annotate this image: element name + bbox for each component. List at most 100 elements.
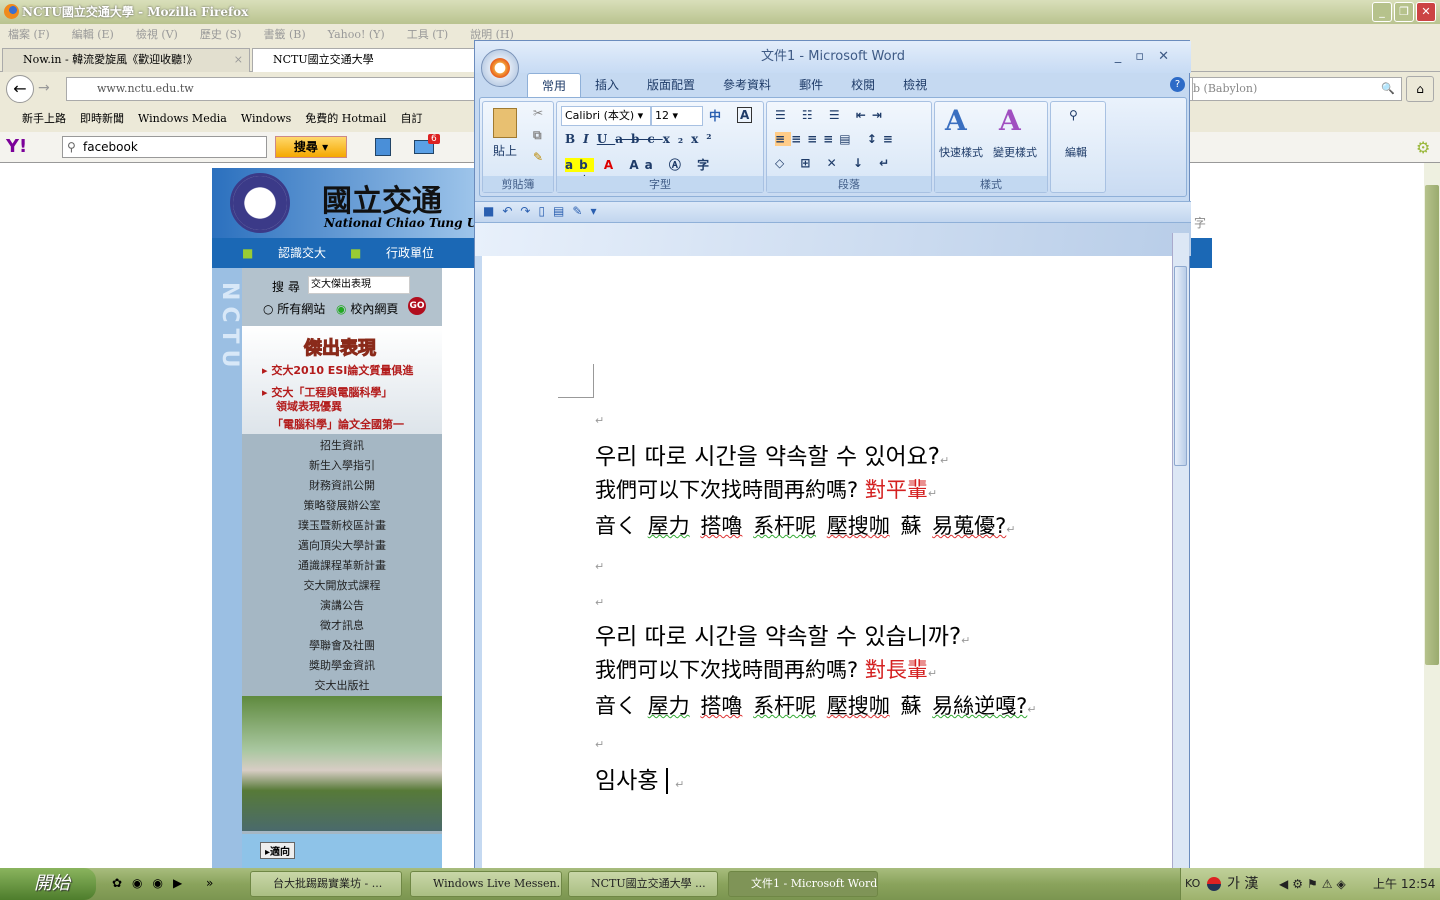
tab-mailings[interactable]: 郵件: [785, 73, 837, 97]
editing-button[interactable]: 編輯: [1065, 144, 1087, 160]
menu-edit[interactable]: 編輯 (E): [72, 24, 114, 45]
site-menu-item[interactable]: 邁向頂尖大學計畫: [242, 536, 442, 556]
change-styles-button[interactable]: 變更樣式: [993, 144, 1037, 160]
minimize-button[interactable]: _: [1372, 2, 1392, 22]
featured-link[interactable]: 「電腦科學」論文全國第一: [272, 416, 404, 432]
menu-file[interactable]: 檔案 (F): [8, 24, 50, 45]
scrollbar-thumb[interactable]: [1425, 185, 1439, 665]
taskbar-item-ptt[interactable]: 台大批踢踢實業坊 - ...: [250, 871, 402, 897]
bookmark-item[interactable]: 自訂: [400, 105, 422, 132]
site-menu-item[interactable]: 獎助學金資訊: [242, 656, 442, 676]
document-page[interactable]: ↵ 우리 따로 시간을 약속할 수 있어요?↵ 我們可以下次找時間再約嗎? 對平…: [482, 256, 1172, 871]
close-button[interactable]: ✕: [1416, 2, 1436, 22]
search-icon[interactable]: 🔍: [1381, 78, 1395, 100]
site-menu-item[interactable]: 學聯會及社團: [242, 636, 442, 656]
radio-all-sites[interactable]: ○ 所有網站: [263, 300, 325, 317]
site-menu-item[interactable]: 招生資訊: [242, 436, 442, 456]
font-name-select[interactable]: Calibri (本文) ▾: [561, 106, 651, 126]
cut-icon[interactable]: ✂: [533, 106, 543, 120]
format-painter-icon[interactable]: ✎: [533, 150, 543, 164]
menu-view[interactable]: 檢視 (V): [136, 24, 178, 45]
red-note: 對平輩: [864, 478, 928, 502]
paste-icon[interactable]: [493, 108, 517, 138]
taskbar-item-messenger[interactable]: Windows Live Messen...: [410, 871, 562, 897]
site-search-input[interactable]: 交大傑出表現: [308, 276, 410, 294]
yahoo-search-input[interactable]: ⚲ facebook: [62, 136, 267, 158]
site-menu-item[interactable]: 策略發展辦公室: [242, 496, 442, 516]
quick-launch-icons[interactable]: ✿◉◉▶ »: [112, 876, 223, 890]
tab-references[interactable]: 參考資料: [709, 73, 785, 97]
qat-icons[interactable]: ■↶↷▯▤✎▾: [483, 204, 604, 218]
ime-mode[interactable]: 가 漢: [1227, 868, 1258, 900]
menu-yahoo[interactable]: Yahoo! (Y): [328, 24, 385, 45]
toolbar-icon[interactable]: [375, 138, 391, 156]
featured-link-cont[interactable]: 領域表現優異: [276, 398, 342, 414]
start-button[interactable]: 開始: [0, 868, 96, 900]
tab-insert[interactable]: 插入: [581, 73, 633, 97]
font-size-select[interactable]: 12 ▾: [651, 106, 703, 126]
gear-icon[interactable]: ⚙: [1416, 138, 1430, 157]
menu-history[interactable]: 歷史 (S): [200, 24, 242, 45]
help-icon[interactable]: ?: [1170, 77, 1185, 92]
site-menu-item[interactable]: 財務資訊公開: [242, 476, 442, 496]
featured-link[interactable]: ▸ 交大2010 ESI論文質量俱進: [262, 362, 413, 378]
tab-view[interactable]: 檢視: [889, 73, 941, 97]
bookmark-item[interactable]: 新手上路: [22, 105, 66, 132]
go-button[interactable]: GO: [408, 297, 426, 315]
site-menu-item[interactable]: 新生入學指引: [242, 456, 442, 476]
bullet-icon: ■: [350, 246, 362, 260]
korean-ime-icon[interactable]: [1207, 877, 1221, 891]
text: 屋力: [647, 514, 690, 538]
site-menu-item[interactable]: 演講公告: [242, 596, 442, 616]
tab-review[interactable]: 校閱: [837, 73, 889, 97]
char-border-icon[interactable]: A: [737, 107, 753, 123]
word-window-controls[interactable]: _▫✕: [1115, 41, 1183, 73]
quick-styles-icon[interactable]: A: [945, 104, 967, 137]
taskbar-item-firefox[interactable]: NCTU國立交通大學 ...: [568, 871, 718, 897]
site-menu-item[interactable]: 交大開放式課程: [242, 576, 442, 596]
bookmark-item[interactable]: Windows Media: [138, 105, 227, 132]
align-buttons[interactable]: ≡≡≡≡▤ ↕≡: [775, 132, 899, 146]
bookmark-item[interactable]: Windows: [241, 105, 291, 132]
nav-about[interactable]: 認識交大: [278, 238, 326, 268]
yahoo-logo[interactable]: Y!: [6, 136, 27, 157]
format-buttons[interactable]: BIUabcx₂x²: [565, 132, 720, 146]
taskbar-item-word[interactable]: 文件1 - Microsoft Word: [728, 871, 878, 897]
language-indicator[interactable]: KO: [1185, 868, 1200, 900]
yahoo-search-button[interactable]: 搜尋 ▾: [275, 136, 347, 158]
maximize-button[interactable]: ❐: [1394, 2, 1414, 22]
site-menu-item[interactable]: 交大出版社: [242, 676, 442, 696]
search-bar[interactable]: b (Babylon) 🔍: [1192, 77, 1402, 101]
bookmark-item[interactable]: 免費的 Hotmail: [305, 105, 386, 132]
quick-styles-button[interactable]: 快速樣式: [939, 144, 983, 160]
phonetic-icon[interactable]: 中: [709, 107, 721, 124]
task-label: 台大批踢踢實業坊 - ...: [273, 877, 383, 890]
forward-button[interactable]: →: [38, 80, 50, 96]
home-button[interactable]: ⌂: [1406, 76, 1434, 102]
banner-button[interactable]: ▸適向: [260, 842, 296, 859]
back-button[interactable]: ←: [6, 75, 34, 103]
copy-icon[interactable]: ⧉: [533, 128, 542, 143]
site-menu-item[interactable]: 徵才訊息: [242, 616, 442, 636]
site-menu-item[interactable]: 璞玉暨新校區計畫: [242, 516, 442, 536]
bookmark-item[interactable]: 即時新聞: [80, 105, 124, 132]
nav-admin[interactable]: 行政單位: [386, 238, 434, 268]
menu-bookmarks[interactable]: 書籤 (B): [263, 24, 305, 45]
office-button[interactable]: [481, 49, 519, 87]
change-styles-icon[interactable]: A: [999, 104, 1021, 137]
find-icon[interactable]: ⚲: [1069, 108, 1078, 122]
paste-button[interactable]: 貼上: [493, 142, 517, 159]
tab-nctu[interactable]: NCTU國立交通大學: [252, 48, 482, 72]
tab-home[interactable]: 常用: [527, 73, 582, 97]
word-scrollbar-thumb[interactable]: [1174, 266, 1187, 466]
tray-icons[interactable]: ◀⚙⚑⚠◈: [1279, 868, 1350, 900]
tab-nowin[interactable]: Now.in - 韓流愛旋風《歡迎收聽!》 ×: [2, 48, 250, 72]
radio-campus[interactable]: ◉ 校內網頁: [336, 300, 398, 317]
close-tab-icon[interactable]: ×: [234, 49, 243, 71]
menu-tools[interactable]: 工具 (T): [407, 24, 448, 45]
site-menu-item[interactable]: 通識課程革新計畫: [242, 556, 442, 576]
shading-buttons[interactable]: ◇ ⊞ ✕ ↓ ↵: [775, 156, 895, 170]
text: 系杆呢: [753, 514, 817, 538]
list-buttons[interactable]: ☰ ☷ ☰ ⇤⇥: [775, 108, 888, 122]
tab-layout[interactable]: 版面配置: [633, 73, 709, 97]
